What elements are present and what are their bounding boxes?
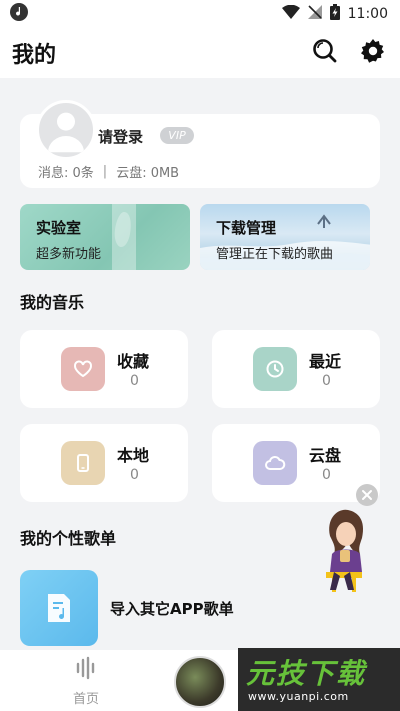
- cloud-count: 0: [322, 467, 331, 483]
- my-music-title: 我的音乐: [20, 293, 85, 312]
- header-actions: [312, 38, 386, 68]
- watermark-brand: 元技下载: [246, 657, 367, 690]
- battery-charging-icon: [329, 4, 340, 24]
- status-right: 11:00: [281, 4, 388, 24]
- clock-icon: [253, 347, 297, 391]
- heart-icon: [61, 347, 105, 391]
- login-prompt[interactable]: 请登录: [98, 126, 143, 147]
- wifi-icon: [281, 4, 300, 23]
- profile-card[interactable]: 请登录 VIP 消息: 0条 | 云盘: 0MB: [20, 100, 380, 188]
- app-header: 我的: [0, 28, 400, 78]
- settings-gear-icon[interactable]: [360, 38, 386, 68]
- messages-count[interactable]: 消息: 0条: [38, 162, 94, 181]
- tile-local[interactable]: 本地 0: [20, 424, 188, 502]
- status-left: [10, 3, 28, 25]
- import-playlist-icon: [20, 570, 98, 646]
- import-playlist-row[interactable]: 导入其它APP歌单: [20, 570, 380, 646]
- download-subtitle: 管理正在下载的歌曲: [216, 247, 334, 262]
- status-bar: 11:00: [0, 0, 400, 28]
- nav-home-label: 首页: [72, 692, 99, 707]
- account-stats: 消息: 0条 | 云盘: 0MB: [38, 162, 179, 181]
- vip-badge: VIP: [160, 127, 194, 144]
- stats-separator: |: [102, 164, 108, 179]
- lab-subtitle: 超多新功能: [36, 247, 102, 262]
- status-time: 11:00: [347, 6, 388, 22]
- search-icon[interactable]: [312, 38, 338, 68]
- cloud-label: 云盘: [309, 446, 342, 465]
- cloud-usage[interactable]: 云盘: 0MB: [116, 162, 179, 181]
- recent-label: 最近: [309, 352, 342, 371]
- lab-title: 实验室: [36, 219, 82, 237]
- favorites-label: 收藏: [117, 352, 150, 371]
- tile-recent[interactable]: 最近 0: [212, 330, 380, 408]
- home-waveform-icon: [76, 656, 95, 680]
- phone-icon: [61, 441, 105, 485]
- local-count: 0: [130, 467, 139, 483]
- music-notification-icon: [10, 3, 28, 25]
- close-floating-icon[interactable]: [356, 484, 378, 506]
- local-label: 本地: [117, 446, 150, 465]
- page-title: 我的: [12, 43, 57, 68]
- lab-banner[interactable]: 实验室 超多新功能: [20, 204, 190, 270]
- recent-count: 0: [322, 373, 331, 389]
- cloud-icon: [253, 441, 297, 485]
- tile-cloud[interactable]: 云盘 0: [212, 424, 380, 502]
- download-title: 下载管理: [216, 219, 277, 237]
- playlists-title: 我的个性歌单: [20, 529, 117, 548]
- favorites-count: 0: [130, 373, 139, 389]
- watermark: 元技下载 www.yuanpi.com: [238, 648, 400, 711]
- tile-favorites[interactable]: 收藏 0: [20, 330, 188, 408]
- signal-off-icon: [307, 5, 322, 23]
- now-playing-album-art[interactable]: [174, 656, 226, 708]
- download-manager-banner[interactable]: 下载管理 管理正在下载的歌曲: [200, 204, 370, 270]
- nav-home[interactable]: 首页: [56, 656, 116, 707]
- avatar[interactable]: [36, 100, 96, 160]
- watermark-url: www.yuanpi.com: [248, 690, 349, 703]
- import-playlist-label: 导入其它APP歌单: [110, 600, 234, 618]
